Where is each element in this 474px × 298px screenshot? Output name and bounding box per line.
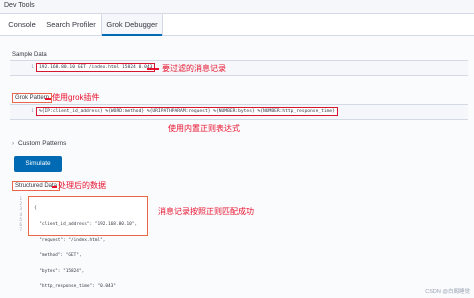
custom-patterns-toggle[interactable]: › Custom Patterns bbox=[12, 140, 66, 147]
app-title: Dev Tools bbox=[4, 2, 35, 9]
json-line: "bytes": "15824", bbox=[34, 268, 85, 274]
watermark: CSDN @白阁睡觉 bbox=[425, 289, 470, 295]
structured-label-annotation: 处理后的数据 bbox=[58, 181, 106, 190]
grok-pattern-code: %{IP:client_id_address} %{WORD:method} %… bbox=[36, 107, 338, 116]
tab-console[interactable]: Console bbox=[6, 14, 38, 35]
tab-grok-debugger[interactable]: Grok Debugger bbox=[101, 14, 163, 36]
structured-json-annotation: 消息记录按照正则匹配成功 bbox=[158, 207, 254, 216]
grok-code-annotation: 使用内置正则表达式 bbox=[168, 124, 240, 133]
json-line: "method": "GET", bbox=[34, 253, 82, 259]
sample-data-editor[interactable]: 1 192.168.80.10 GET /index.html 15824 0.… bbox=[10, 60, 468, 76]
sample-data-label: Sample Data bbox=[12, 52, 47, 58]
custom-patterns-label: Custom Patterns bbox=[18, 140, 67, 147]
annotation-arrow bbox=[52, 186, 57, 188]
simulate-button[interactable]: Simulate bbox=[14, 156, 62, 172]
tab-search-profiler[interactable]: Search Profiler bbox=[41, 14, 101, 35]
grok-pattern-editor[interactable]: 1 %{IP:client_id_address} %{WORD:method}… bbox=[10, 104, 468, 120]
sample-data-code: 192.168.80.10 GET /index.html 15824 0.04… bbox=[36, 63, 156, 72]
json-line: { bbox=[34, 206, 37, 212]
line-number: 1 bbox=[31, 109, 34, 114]
tab-bar: Console Search Profiler Grok Debugger bbox=[0, 14, 474, 36]
annotation-arrow bbox=[147, 68, 159, 70]
header-bar: Dev Tools bbox=[0, 0, 474, 14]
json-line: "request": "/index.html", bbox=[34, 237, 106, 243]
json-line: "http_response_time": "0.043" bbox=[34, 284, 116, 290]
json-line: "client_id_address": "192.168.80.10", bbox=[34, 222, 138, 228]
chevron-right-icon: › bbox=[12, 141, 14, 147]
structured-json: { "client_id_address": "192.168.80.10", … bbox=[34, 196, 137, 298]
json-line-numbers: 1 2 3 4 5 6 7 bbox=[10, 196, 22, 232]
line-number: 1 bbox=[31, 65, 34, 70]
annotation-arrow bbox=[45, 98, 51, 100]
sample-annotation: 要过滤的消息记录 bbox=[162, 64, 226, 73]
line-number: 7 bbox=[19, 227, 22, 233]
grok-label-annotation: 使用grok插件 bbox=[52, 93, 100, 102]
